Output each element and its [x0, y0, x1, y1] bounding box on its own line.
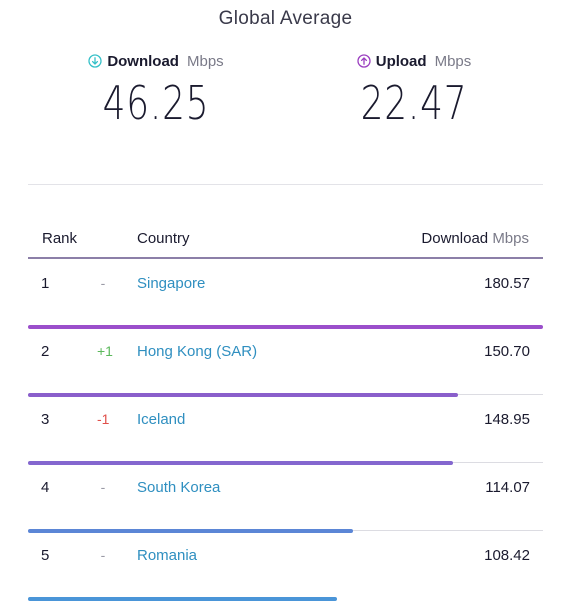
download-speed-cell: 150.70: [484, 343, 530, 360]
table-row: 1 - Singapore 180.57: [28, 259, 543, 329]
speed-bar: [28, 597, 337, 601]
table-body: 1 - Singapore 180.57 2 +1 Hong Kong (SAR) 150.7…: [28, 259, 543, 601]
rank-change-indicator: -: [100, 479, 106, 495]
rank-cell: 3: [41, 411, 50, 428]
table-header: Rank Country Download Mbps: [28, 225, 543, 259]
rank-cell: 1: [41, 275, 50, 292]
upload-value: 22.47: [360, 76, 468, 130]
country-link[interactable]: Romania: [137, 547, 197, 564]
download-metric: Download Mbps 46.25: [46, 52, 266, 128]
download-unit: Mbps: [186, 52, 224, 70]
upload-label: Upload: [375, 52, 427, 70]
rank-change-indicator: -1: [97, 411, 110, 427]
section-divider: [28, 184, 543, 185]
table-row: 3 -1 Iceland 148.95: [28, 395, 543, 465]
country-link[interactable]: Singapore: [137, 275, 205, 292]
column-header-download-unit: Mbps: [492, 230, 529, 247]
download-metric-header: Download Mbps: [46, 52, 266, 70]
country-link[interactable]: Iceland: [137, 411, 185, 428]
rank-change-indicator: -: [100, 275, 106, 291]
country-link[interactable]: South Korea: [137, 479, 220, 496]
rank-change-indicator: +1: [97, 343, 113, 359]
rank-cell: 4: [41, 479, 50, 496]
column-header-country: Country: [137, 230, 190, 247]
table-row: 2 +1 Hong Kong (SAR) 150.70: [28, 327, 543, 397]
column-header-download-label: Download: [421, 230, 489, 247]
page-title: Global Average: [218, 8, 353, 29]
table-row: 4 - South Korea 114.07: [28, 463, 543, 533]
rank-change-indicator: -: [100, 547, 106, 563]
download-value: 46.25: [102, 76, 210, 130]
country-link[interactable]: Hong Kong (SAR): [137, 343, 257, 360]
table-row: 5 - Romania 108.42: [28, 531, 543, 601]
upload-arrow-icon: [357, 54, 371, 68]
upload-unit: Mbps: [434, 52, 472, 70]
ranking-table: Rank Country Download Mbps 1 - Singapore 18…: [28, 225, 543, 601]
column-header-rank: Rank: [42, 230, 78, 247]
upload-metric: Upload Mbps 22.47: [304, 52, 524, 128]
download-speed-cell: 114.07: [485, 479, 530, 496]
download-arrow-icon: [88, 54, 102, 68]
download-speed-cell: 148.95: [484, 411, 530, 428]
rank-cell: 2: [41, 343, 50, 360]
upload-metric-header: Upload Mbps: [304, 52, 524, 70]
column-header-download: Download Mbps: [421, 230, 529, 247]
rank-cell: 5: [41, 547, 50, 564]
download-speed-cell: 180.57: [484, 275, 530, 292]
download-speed-cell: 108.42: [484, 547, 530, 564]
download-label: Download: [107, 52, 179, 70]
